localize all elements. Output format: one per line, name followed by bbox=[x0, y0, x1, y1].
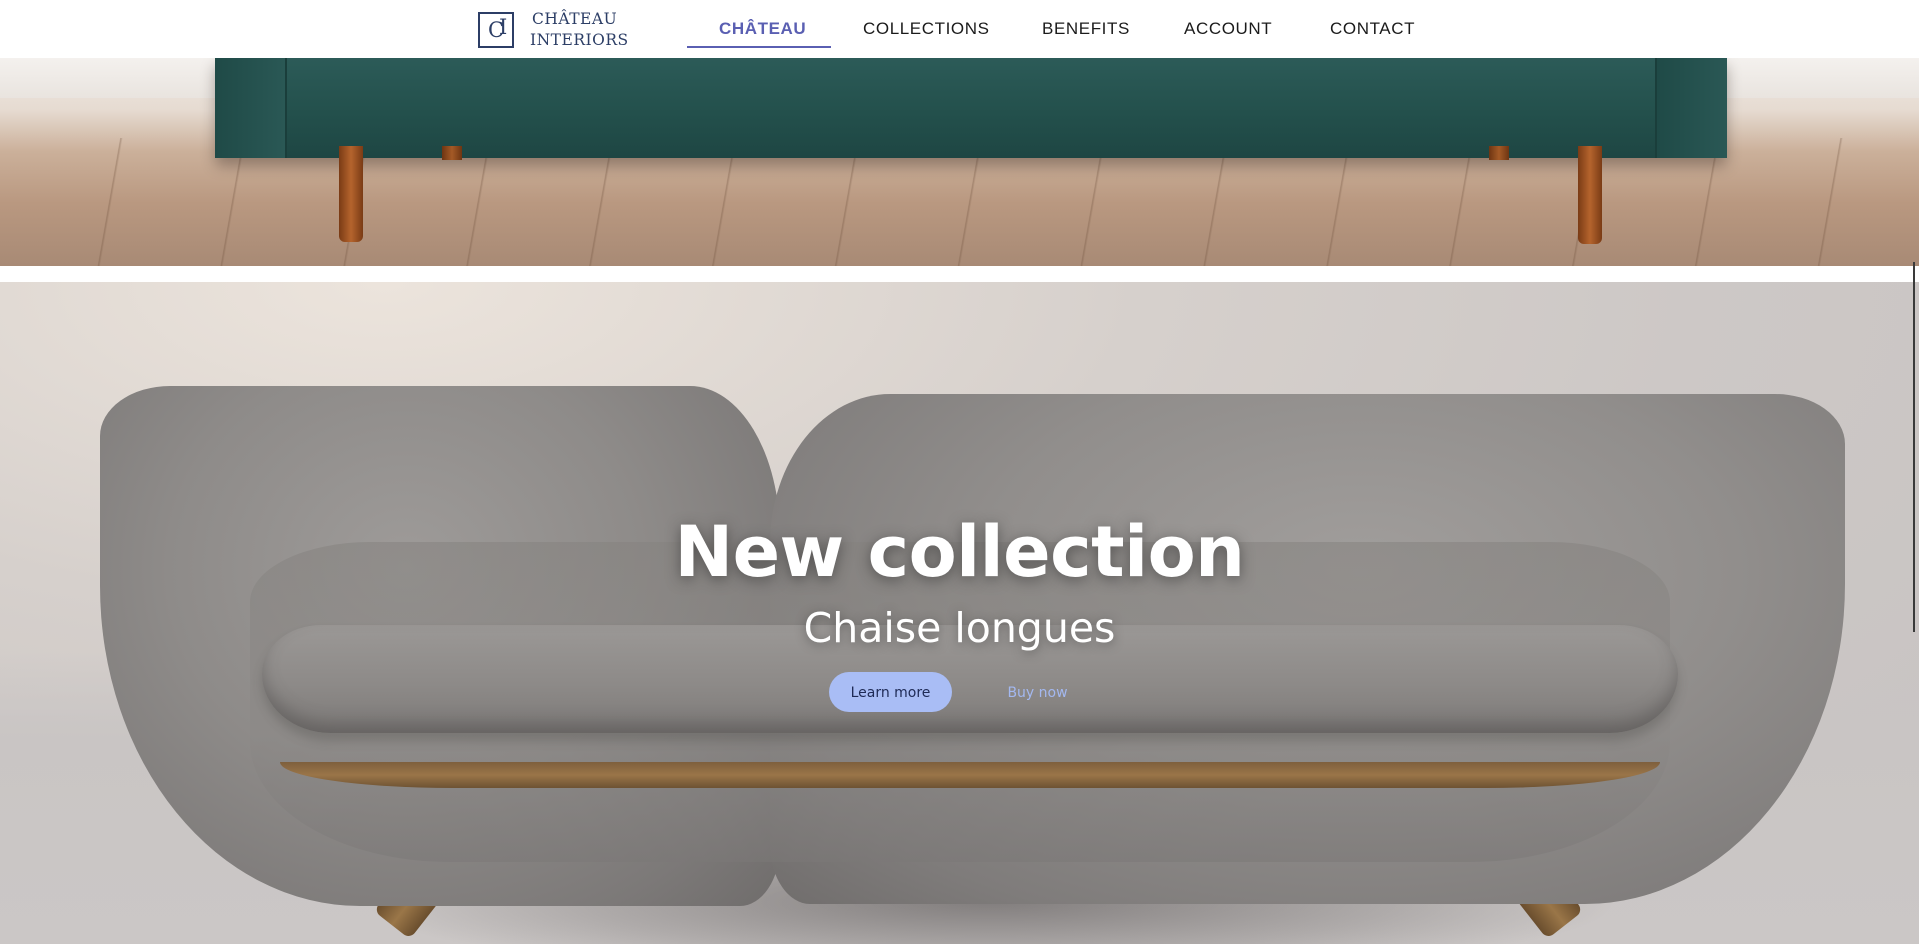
hero-subtitle: Chaise longues bbox=[803, 604, 1116, 652]
nav-item-chateau[interactable]: CHÂTEAU bbox=[719, 18, 806, 42]
brand-name-line2: INTERIORS bbox=[530, 31, 629, 49]
brand-name: CHÂTEAU INTERIORS bbox=[530, 9, 629, 51]
active-nav-underline bbox=[687, 46, 831, 48]
sofa-leg bbox=[442, 146, 462, 160]
sofa-leg bbox=[339, 146, 363, 242]
brand-logo[interactable]: CI CHÂTEAU INTERIORS bbox=[478, 9, 629, 51]
sofa-leg bbox=[1578, 146, 1602, 244]
nav-item-account[interactable]: ACCOUNT bbox=[1184, 18, 1272, 42]
top-navigation: CI CHÂTEAU INTERIORS CHÂTEAU COLLECTIONS… bbox=[0, 0, 1919, 58]
sofa-leg bbox=[1489, 146, 1509, 160]
nav-item-contact[interactable]: CONTACT bbox=[1330, 18, 1415, 42]
learn-more-button[interactable]: Learn more bbox=[829, 672, 952, 712]
green-sofa-banner bbox=[0, 58, 1919, 266]
section-divider bbox=[0, 266, 1919, 282]
nav-item-benefits[interactable]: BENEFITS bbox=[1042, 18, 1130, 42]
logo-monogram-icon: CI bbox=[478, 12, 514, 48]
chaise-wooden-base bbox=[280, 762, 1660, 788]
brand-name-line1: CHÂTEAU bbox=[532, 10, 618, 28]
sofa-arm-left bbox=[215, 58, 287, 158]
sofa-arm-right bbox=[1655, 58, 1727, 158]
green-velvet-sofa-image bbox=[215, 58, 1727, 158]
nav-item-collections[interactable]: COLLECTIONS bbox=[863, 18, 990, 42]
hero-title: New collection bbox=[674, 511, 1245, 593]
page-scrollbar[interactable] bbox=[1913, 262, 1915, 632]
buy-now-button[interactable]: Buy now bbox=[985, 672, 1090, 712]
